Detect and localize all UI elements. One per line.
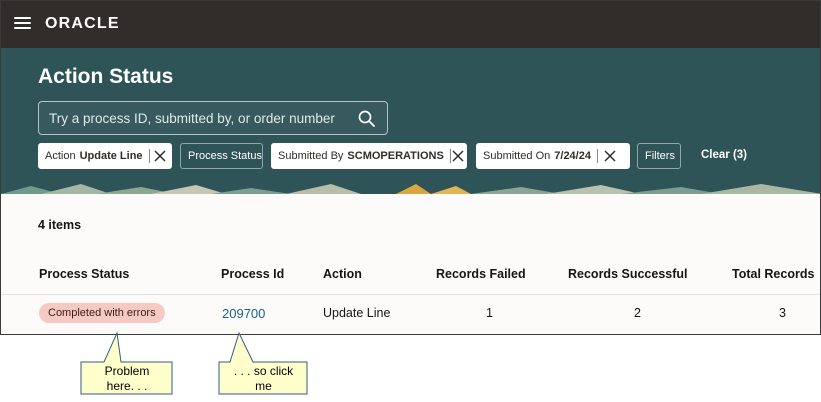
search-icon[interactable]	[358, 110, 375, 127]
close-icon[interactable]	[450, 144, 466, 168]
filter-chip-submitted-on[interactable]: Submitted On 7/24/24	[476, 143, 630, 169]
filters-button-label: Filters	[645, 150, 675, 162]
banner-decoration-icon	[1, 184, 820, 194]
app-frame: ORACLE Action Status Actio	[0, 0, 821, 335]
page-title: Action Status	[38, 65, 174, 88]
filter-chip-label: Submitted On	[483, 150, 551, 162]
filter-chip-value: Update Line	[79, 150, 143, 162]
filter-chip-action[interactable]: Action Update Line	[38, 143, 172, 169]
callout-text-problem: Problem here. . .	[104, 364, 150, 393]
column-header-process-status[interactable]: Process Status	[39, 267, 129, 281]
clear-filters-button[interactable]: Clear (3)	[701, 149, 747, 161]
close-icon[interactable]	[149, 144, 171, 168]
column-header-records-failed[interactable]: Records Failed	[436, 267, 526, 281]
filter-chip-submitted-by[interactable]: Submitted By SCMOPERATIONS	[271, 143, 467, 169]
filter-chip-value: 7/24/24	[554, 150, 591, 162]
status-badge: Completed with errors	[39, 303, 165, 323]
action-cell: Update Line	[323, 306, 391, 320]
filters-button[interactable]: Filters	[637, 143, 681, 169]
close-icon[interactable]	[598, 144, 622, 168]
top-bar: ORACLE	[1, 1, 820, 48]
process-id-link[interactable]: 209700	[222, 306, 265, 321]
results-count: 4 items	[38, 218, 82, 232]
filter-chip-process-status[interactable]: Process Status	[180, 143, 263, 169]
hamburger-menu-icon[interactable]	[14, 17, 31, 30]
column-header-total-records[interactable]: Total Records	[732, 267, 814, 281]
column-header-action[interactable]: Action	[323, 267, 362, 281]
column-header-records-successful[interactable]: Records Successful	[568, 267, 688, 281]
filter-chip-label: Submitted By	[278, 150, 344, 162]
table-header-divider	[1, 294, 820, 295]
search-input[interactable]	[49, 102, 349, 134]
records-failed-cell: 1	[486, 306, 493, 320]
records-successful-cell: 2	[634, 306, 641, 320]
filter-chip-label: Action	[45, 150, 76, 162]
search-box	[38, 101, 388, 135]
column-header-process-id[interactable]: Process Id	[221, 267, 284, 281]
total-records-cell: 3	[779, 306, 786, 320]
filter-chip-label: Process Status	[188, 150, 262, 162]
oracle-logo: ORACLE	[45, 15, 120, 32]
page-banner: Action Status Action Update Line Process…	[1, 48, 820, 194]
callout-text-click: . . . so click me	[233, 364, 294, 393]
filter-chip-value: SCMOPERATIONS	[347, 150, 444, 162]
